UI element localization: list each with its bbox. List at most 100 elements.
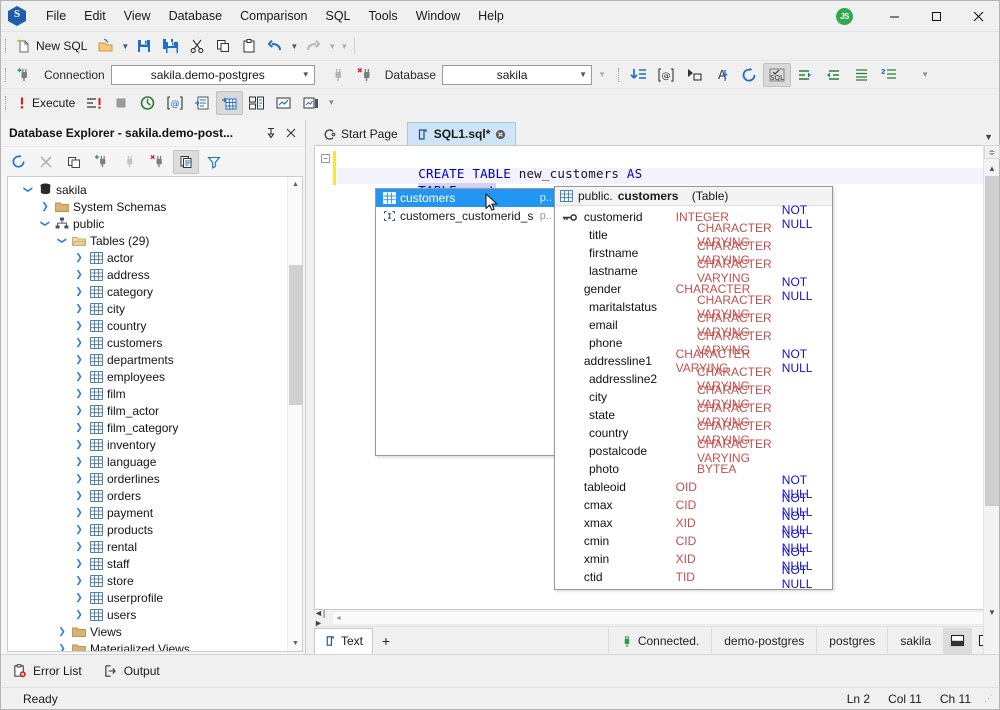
- tree-node-payment[interactable]: ❯payment: [8, 504, 302, 521]
- editor-vertical-split-handle[interactable]: ◄|►: [314, 611, 332, 625]
- outdent-button[interactable]: [791, 63, 819, 87]
- open-file-dropdown-caret[interactable]: ▼: [119, 34, 131, 58]
- chevron-right-icon[interactable]: ❯: [71, 490, 87, 501]
- tree-node-employees[interactable]: ❯employees: [8, 368, 302, 385]
- editor-split-handle[interactable]: ≑: [984, 145, 1000, 159]
- tree-vertical-scrollbar[interactable]: ▲ ▼: [287, 177, 302, 651]
- dock-error-list[interactable]: Error List: [13, 664, 82, 678]
- connect-button[interactable]: [325, 63, 352, 87]
- tree-node-userprofile[interactable]: ❯userprofile: [8, 589, 302, 606]
- tree-node-city[interactable]: ❯city: [8, 300, 302, 317]
- refresh-icon[interactable]: [5, 150, 31, 174]
- chevron-right-icon[interactable]: ❯: [71, 303, 87, 314]
- results-chart-button[interactable]: [270, 91, 297, 115]
- tree-node-materialized-views[interactable]: ❯Materialized Views: [8, 640, 302, 652]
- redo-button[interactable]: [300, 34, 326, 58]
- new-connection-button[interactable]: [11, 63, 38, 87]
- execute-from-cursor-button[interactable]: [680, 63, 708, 87]
- tree-node-orderlines[interactable]: ❯orderlines: [8, 470, 302, 487]
- resize-grip[interactable]: ⋰: [984, 695, 996, 707]
- chevron-down-icon[interactable]: ❯: [57, 233, 68, 249]
- filter-icon[interactable]: [201, 150, 227, 174]
- stop-refresh-icon[interactable]: [33, 150, 59, 174]
- stop-button[interactable]: [108, 91, 134, 115]
- chevron-down-icon[interactable]: ❯: [40, 216, 51, 232]
- tree-node-system-schemas[interactable]: ❯System Schemas: [8, 198, 302, 215]
- refresh-button[interactable]: [736, 63, 763, 87]
- tree-node-inventory[interactable]: ❯inventory: [8, 436, 302, 453]
- copy-button[interactable]: [210, 34, 236, 58]
- menu-file[interactable]: File: [37, 5, 75, 27]
- new-sql-button[interactable]: New SQL: [11, 34, 92, 58]
- tree-scroll-down-arrow[interactable]: ▼: [288, 636, 303, 651]
- hscroll-left-arrow[interactable]: ◄: [335, 615, 342, 622]
- results-to-new-window-button[interactable]: [297, 91, 325, 115]
- chevron-down-icon[interactable]: ❯: [23, 182, 34, 198]
- chevron-right-icon[interactable]: ❯: [71, 558, 87, 569]
- copy-object-icon[interactable]: [61, 150, 87, 174]
- chevron-right-icon[interactable]: ❯: [71, 269, 87, 280]
- toolbar-grip[interactable]: [1, 36, 11, 56]
- tree-node-country[interactable]: ❯country: [8, 317, 302, 334]
- tree-node-public[interactable]: ❯public: [8, 215, 302, 232]
- tab-sql1[interactable]: SQL1.sql*: [407, 122, 517, 145]
- menu-sql[interactable]: SQL: [316, 5, 359, 27]
- chevron-right-icon[interactable]: ❯: [71, 507, 87, 518]
- menu-help[interactable]: Help: [469, 5, 513, 27]
- database-tree[interactable]: ❯sakila❯System Schemas❯public❯Tables (29…: [8, 177, 302, 652]
- open-file-button[interactable]: [92, 34, 119, 58]
- results-to-text-button[interactable]: [189, 91, 216, 115]
- toolbar-overflow-caret[interactable]: ▼: [338, 34, 350, 58]
- chevron-right-icon[interactable]: ❯: [71, 524, 87, 535]
- avatar[interactable]: JS: [836, 8, 853, 25]
- tree-node-category[interactable]: ❯category: [8, 283, 302, 300]
- tab-sql1-close-icon[interactable]: [495, 129, 507, 140]
- autocomplete-item-customers[interactable]: customers p..: [376, 189, 556, 207]
- tree-node-departments[interactable]: ❯departments: [8, 351, 302, 368]
- tab-overflow-caret[interactable]: ▼: [984, 132, 993, 142]
- toolbar-connection-grip[interactable]: [1, 65, 11, 85]
- chevron-right-icon[interactable]: ❯: [71, 456, 87, 467]
- chevron-right-icon[interactable]: ❯: [71, 337, 87, 348]
- add-connection-icon[interactable]: [89, 150, 115, 174]
- editor-scroll-down-arrow[interactable]: ▼: [984, 605, 1000, 620]
- chevron-right-icon[interactable]: ❯: [71, 388, 87, 399]
- autocomplete-item-customers-seq[interactable]: customers_customerid_seq p..: [376, 207, 556, 225]
- tree-node-tables-29[interactable]: ❯Tables (29): [8, 232, 302, 249]
- uncomment-block-button[interactable]: [875, 63, 903, 87]
- tree-node-staff[interactable]: ❯staff: [8, 555, 302, 572]
- execute-button[interactable]: Execute: [11, 91, 80, 115]
- tree-node-customers[interactable]: ❯customers: [8, 334, 302, 351]
- disconnect-button[interactable]: [352, 63, 379, 87]
- database-combo[interactable]: sakila ▼: [442, 65, 592, 85]
- cut-button[interactable]: [184, 34, 210, 58]
- chevron-right-icon[interactable]: ❯: [71, 252, 87, 263]
- tab-start-page[interactable]: Start Page: [314, 122, 407, 145]
- chevron-right-icon[interactable]: ❯: [54, 626, 70, 637]
- execute-toolbar-overflow-caret[interactable]: ▼: [325, 91, 337, 115]
- database-combo-caret[interactable]: ▼: [579, 66, 587, 84]
- undo-button[interactable]: [262, 34, 288, 58]
- autocomplete-popup[interactable]: customers p.. customers_customerid_seq p…: [375, 188, 557, 456]
- execution-plan-button[interactable]: [134, 91, 161, 115]
- tree-node-film[interactable]: ❯film: [8, 385, 302, 402]
- paste-button[interactable]: [236, 34, 262, 58]
- indent-button[interactable]: [819, 63, 847, 87]
- redo-dropdown-caret[interactable]: ▼: [326, 34, 338, 58]
- sql-code-editor[interactable]: − CREATE TABLE new_customers AS TABLE cu…: [314, 145, 999, 610]
- menu-database[interactable]: Database: [160, 5, 232, 27]
- save-button[interactable]: [131, 34, 157, 58]
- editor-vertical-scrollbar[interactable]: ≑ ▲ ▼: [983, 145, 999, 654]
- tree-node-sakila[interactable]: ❯sakila: [8, 181, 302, 198]
- pin-icon[interactable]: [261, 123, 281, 143]
- comment-block-button[interactable]: [847, 63, 875, 87]
- chevron-right-icon[interactable]: ❯: [71, 592, 87, 603]
- chevron-right-icon[interactable]: ❯: [71, 422, 87, 433]
- tree-node-address[interactable]: ❯address: [8, 266, 302, 283]
- results-to-file-button[interactable]: [243, 91, 270, 115]
- save-all-button[interactable]: [157, 34, 184, 58]
- connection-combo[interactable]: sakila.demo-postgres ▼: [111, 65, 315, 85]
- close-button[interactable]: [957, 1, 999, 32]
- tree-node-rental[interactable]: ❯rental: [8, 538, 302, 555]
- tree-node-store[interactable]: ❯store: [8, 572, 302, 589]
